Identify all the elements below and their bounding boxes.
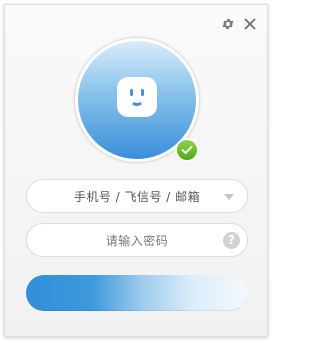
check-icon [181, 145, 193, 154]
close-icon [244, 18, 256, 30]
right-eye [141, 89, 144, 96]
login-button[interactable] [26, 275, 248, 311]
gear-icon [222, 18, 234, 30]
settings-button[interactable] [219, 15, 237, 33]
account-input-text[interactable]: 手机号 / 飞信号 / 邮箱 [74, 188, 200, 205]
smiley-face-icon [117, 77, 157, 117]
online-status-badge[interactable] [175, 138, 199, 162]
login-window: 手机号 / 飞信号 / 邮箱 请输入密码 ? [4, 4, 268, 337]
mouth [130, 99, 144, 106]
password-field[interactable]: 请输入密码 ? [26, 223, 248, 257]
avatar[interactable] [75, 38, 199, 162]
chevron-down-icon[interactable] [224, 194, 234, 200]
close-button[interactable] [241, 15, 259, 33]
left-eye [130, 89, 133, 96]
account-field[interactable]: 手机号 / 飞信号 / 邮箱 [26, 179, 248, 213]
password-placeholder[interactable]: 请输入密码 [106, 232, 169, 249]
status-indicator [177, 140, 197, 160]
help-icon[interactable]: ? [223, 232, 240, 249]
